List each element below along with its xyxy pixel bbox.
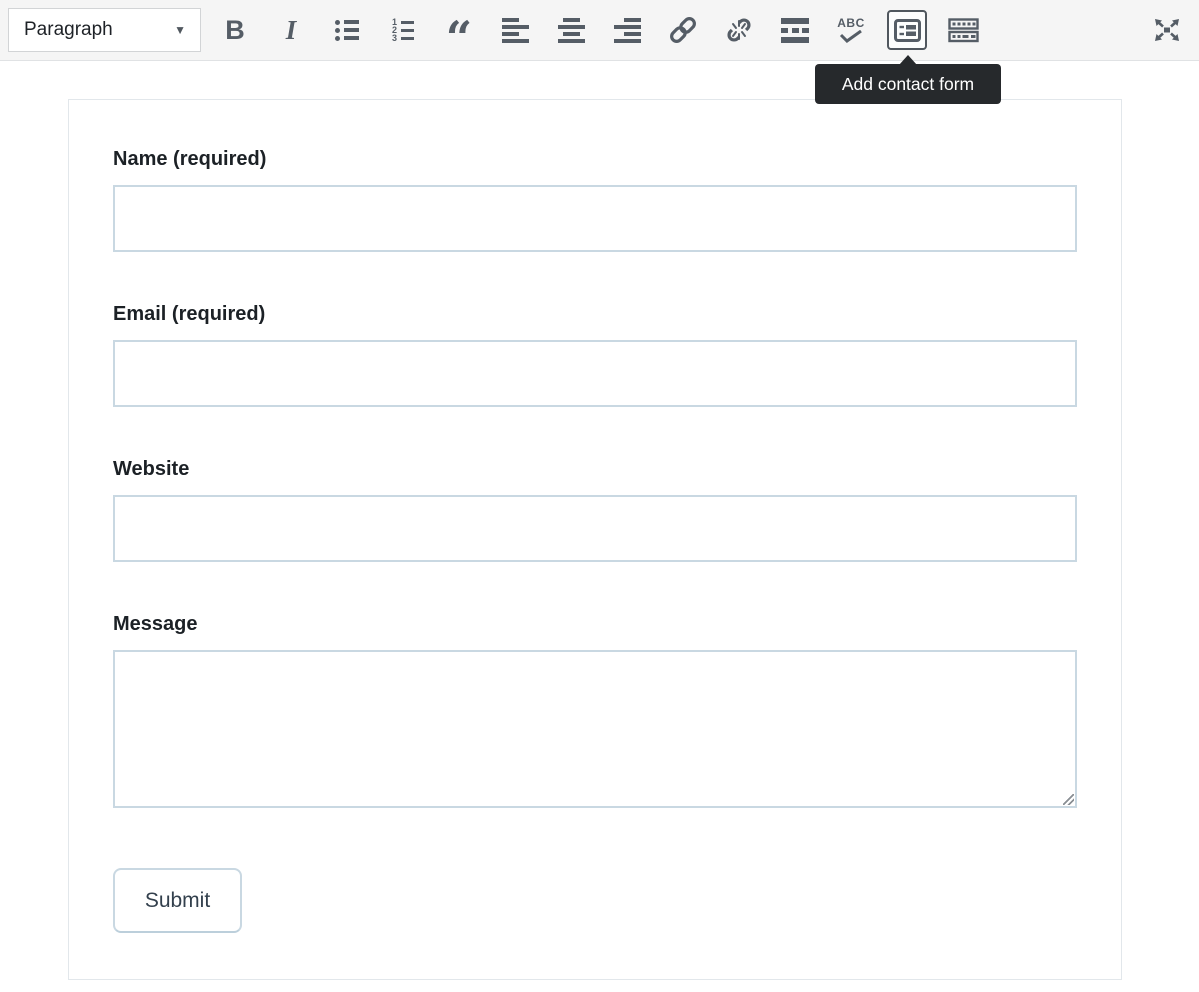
paragraph-format-dropdown[interactable]: Paragraph ▼ bbox=[8, 8, 201, 52]
align-center-button[interactable] bbox=[543, 8, 599, 52]
remove-link-button[interactable] bbox=[711, 8, 767, 52]
chevron-down-icon: ▼ bbox=[174, 23, 186, 37]
bulleted-list-button[interactable] bbox=[319, 8, 375, 52]
align-left-button[interactable] bbox=[487, 8, 543, 52]
email-input[interactable] bbox=[113, 340, 1077, 407]
editor-toolbar: Paragraph ▼ B I 1 2 3 “ bbox=[0, 0, 1199, 61]
add-contact-form-active-frame bbox=[887, 10, 927, 50]
insert-read-more-button[interactable] bbox=[767, 8, 823, 52]
fullscreen-icon bbox=[1152, 17, 1182, 43]
contact-form-icon bbox=[894, 19, 921, 42]
message-field-label: Message bbox=[113, 612, 1077, 636]
italic-button[interactable]: I bbox=[263, 8, 319, 52]
spellcheck-icon: ABC bbox=[837, 17, 865, 43]
read-more-tag-icon bbox=[781, 18, 809, 43]
message-textarea-wrap bbox=[113, 650, 1077, 808]
insert-link-button[interactable] bbox=[655, 8, 711, 52]
bold-icon: B bbox=[225, 15, 245, 46]
blockquote-button[interactable]: “ bbox=[431, 8, 487, 52]
keyboard-icon bbox=[948, 18, 979, 43]
email-field-label: Email (required) bbox=[113, 302, 1077, 326]
blockquote-icon: “ bbox=[446, 17, 472, 43]
toolbar-toggle-button[interactable] bbox=[935, 8, 991, 52]
align-right-button[interactable] bbox=[599, 8, 655, 52]
tooltip-text: Add contact form bbox=[842, 74, 974, 95]
website-field-label: Website bbox=[113, 457, 1077, 481]
tooltip-add-contact-form: Add contact form bbox=[815, 64, 1001, 104]
italic-icon: I bbox=[286, 15, 297, 46]
link-icon bbox=[667, 16, 699, 44]
spellcheck-button[interactable]: ABC bbox=[823, 8, 879, 52]
align-center-icon bbox=[558, 18, 585, 43]
numbered-list-icon: 1 2 3 bbox=[392, 20, 414, 40]
bulleted-list-icon bbox=[335, 20, 359, 40]
submit-button[interactable]: Submit bbox=[113, 868, 242, 933]
submit-button-label: Submit bbox=[145, 889, 210, 913]
align-left-icon bbox=[502, 18, 529, 43]
fullscreen-button[interactable] bbox=[1143, 8, 1191, 52]
paragraph-format-value: Paragraph bbox=[24, 19, 113, 41]
bold-button[interactable]: B bbox=[207, 8, 263, 52]
message-textarea[interactable] bbox=[113, 650, 1077, 808]
align-right-icon bbox=[614, 18, 641, 43]
name-input[interactable] bbox=[113, 185, 1077, 252]
name-field-label: Name (required) bbox=[113, 147, 1077, 171]
contact-form-preview: Name (required) Email (required) Website… bbox=[68, 99, 1122, 980]
resize-handle-icon[interactable] bbox=[1063, 794, 1074, 805]
website-input[interactable] bbox=[113, 495, 1077, 562]
numbered-list-button[interactable]: 1 2 3 bbox=[375, 8, 431, 52]
add-contact-form-button[interactable] bbox=[879, 8, 935, 52]
unlink-icon bbox=[723, 16, 755, 44]
